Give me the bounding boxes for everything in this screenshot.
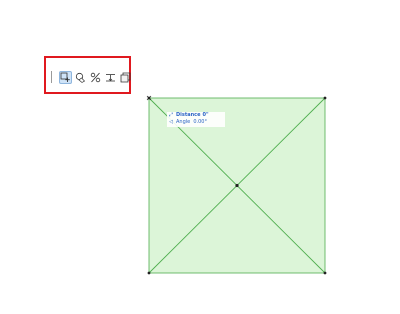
- angle-label: Angle: [176, 118, 191, 125]
- offset-all-edges-icon: [120, 72, 131, 82]
- split-button[interactable]: [89, 71, 102, 84]
- drawing-canvas[interactable]: [0, 0, 400, 314]
- vertex-node[interactable]: [147, 271, 151, 275]
- offset-all-edges-button[interactable]: [119, 71, 132, 84]
- vertex-node[interactable]: [323, 96, 327, 100]
- polygon-edit-toolbar: [51, 68, 132, 86]
- distance-arrow-icon: ⤢: [168, 112, 173, 119]
- offset-edge-icon: [106, 73, 115, 81]
- split-icon: [90, 72, 101, 82]
- angle-icon: ◁: [169, 118, 173, 125]
- tracker-angle-row: ◁ Angle 0.00°: [167, 119, 225, 126]
- add-to-polygon-icon: [60, 72, 70, 82]
- coordinate-tracker: ⤢ Distance 0" ◁ Angle 0.00°: [167, 112, 225, 127]
- add-to-polygon-button[interactable]: [59, 70, 72, 84]
- vertex-node[interactable]: [323, 271, 327, 275]
- toolbar-grip[interactable]: [51, 71, 52, 83]
- subtract-from-polygon-icon: [75, 72, 86, 83]
- offset-edge-button[interactable]: [104, 71, 117, 84]
- subtract-from-polygon-button[interactable]: [74, 71, 87, 84]
- angle-value[interactable]: 0.00°: [193, 119, 207, 125]
- center-node[interactable]: [235, 183, 239, 188]
- distance-value[interactable]: 0": [203, 112, 209, 118]
- distance-label: Distance: [176, 112, 201, 119]
